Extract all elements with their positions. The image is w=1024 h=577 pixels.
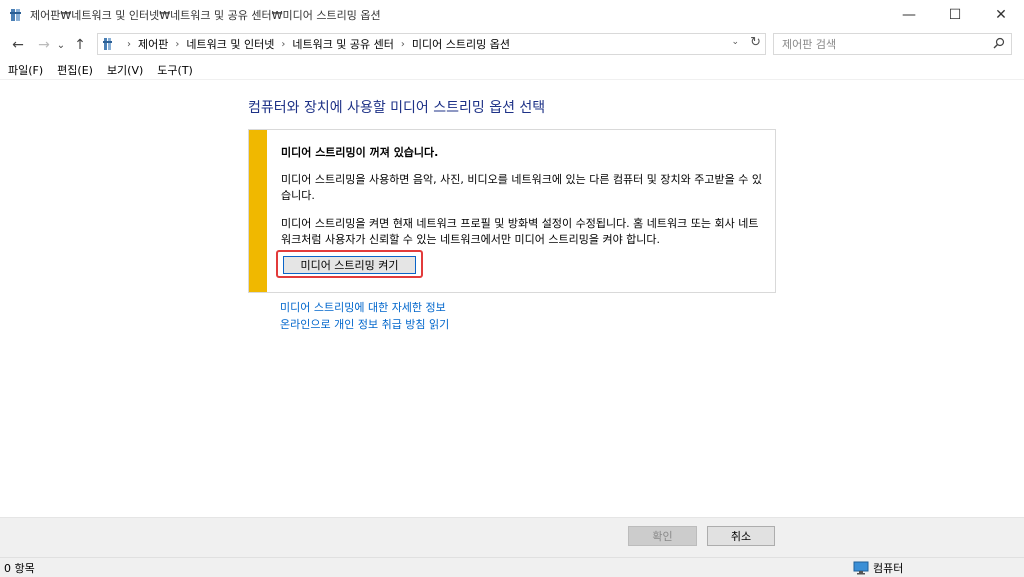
turn-on-media-streaming-button[interactable]: 미디어 스트리밍 켜기 — [283, 256, 416, 274]
notice-description: 미디어 스트리밍을 사용하면 음악, 사진, 비디오를 네트워크에 있는 다른 … — [281, 173, 762, 202]
highlight-frame: 미디어 스트리밍 켜기 — [276, 250, 423, 278]
up-button[interactable]: ↑ — [70, 34, 90, 56]
notice-accent-bar — [249, 130, 267, 292]
back-button[interactable]: ← — [8, 34, 28, 56]
page-title: 컴퓨터와 장치에 사용할 미디어 스트리밍 옵션 선택 — [248, 100, 546, 116]
breadcrumb-network-sharing-center[interactable]: 네트워크 및 공유 센터 — [292, 36, 394, 52]
breadcrumb-separator[interactable]: › — [281, 39, 285, 50]
control-panel-icon — [8, 7, 24, 23]
ok-button[interactable]: 확인 — [628, 526, 697, 546]
location-label: 컴퓨터 — [873, 562, 904, 575]
menu-file[interactable]: 파일(F) — [8, 62, 43, 78]
window-title: 제어판₩네트워크 및 인터넷₩네트워크 및 공유 센터₩미디어 스트리밍 옵션 — [30, 9, 381, 22]
menu-bar: 파일(F) 편집(E) 보기(V) 도구(T) — [0, 60, 1024, 80]
address-bar[interactable]: › 제어판 › 네트워크 및 인터넷 › 네트워크 및 공유 센터 › 미디어 … — [97, 33, 766, 55]
refresh-icon[interactable]: ↻ — [750, 35, 761, 50]
close-button[interactable]: ✕ — [978, 0, 1024, 30]
window-controls: — ☐ ✕ — [886, 0, 1024, 30]
forward-button[interactable]: → — [34, 34, 54, 56]
notice-warning: 미디어 스트리밍을 켜면 현재 네트워크 프로필 및 방화벽 설정이 수정됩니다… — [281, 217, 759, 246]
menu-edit[interactable]: 편집(E) — [57, 62, 93, 78]
menu-tools[interactable]: 도구(T) — [157, 62, 193, 78]
navigation-bar: ← → ⌄ ↑ › 제어판 › 네트워크 및 인터넷 › 네트워크 및 공유 센… — [0, 31, 1024, 59]
dialog-button-bar: 확인 취소 — [0, 517, 1024, 557]
back-arrow-icon: ← — [12, 37, 24, 53]
minimize-button[interactable]: — — [886, 0, 932, 30]
breadcrumb-network-internet[interactable]: 네트워크 및 인터넷 — [186, 36, 274, 52]
up-arrow-icon: ↑ — [74, 37, 86, 53]
control-panel-small-icon — [102, 37, 116, 51]
computer-icon — [853, 561, 869, 575]
breadcrumb-control-panel[interactable]: 제어판 — [138, 36, 168, 52]
recent-locations-button[interactable]: ⌄ — [54, 34, 68, 56]
breadcrumb-media-streaming-options[interactable]: 미디어 스트리밍 옵션 — [412, 36, 510, 52]
notice-title: 미디어 스트리밍이 꺼져 있습니다. — [281, 146, 439, 159]
status-bar: 0 항목 컴퓨터 — [0, 557, 1024, 577]
title-bar: 제어판₩네트워크 및 인터넷₩네트워크 및 공유 센터₩미디어 스트리밍 옵션 … — [0, 0, 1024, 30]
menu-view[interactable]: 보기(V) — [107, 62, 143, 78]
privacy-statement-link[interactable]: 온라인으로 개인 정보 취급 방침 읽기 — [280, 316, 449, 332]
forward-arrow-icon: → — [38, 37, 50, 53]
breadcrumb-separator[interactable]: › — [175, 39, 179, 50]
breadcrumb-separator[interactable]: › — [401, 39, 405, 50]
chevron-down-icon: ⌄ — [56, 39, 66, 51]
search-icon[interactable] — [993, 37, 1005, 49]
address-dropdown-icon[interactable]: ⌄ — [731, 37, 739, 47]
breadcrumb-separator: › — [127, 38, 131, 50]
notice-content: 미디어 스트리밍이 꺼져 있습니다. 미디어 스트리밍을 사용하면 음악, 사진… — [281, 144, 767, 248]
item-count: 0 항목 — [4, 561, 35, 575]
cancel-button[interactable]: 취소 — [707, 526, 775, 546]
maximize-button[interactable]: ☐ — [932, 0, 978, 30]
media-streaming-info-link[interactable]: 미디어 스트리밍에 대한 자세한 정보 — [280, 299, 446, 315]
search-box[interactable]: 제어판 검색 — [773, 33, 1012, 55]
location-indicator: 컴퓨터 — [853, 560, 903, 576]
search-input[interactable]: 제어판 검색 — [782, 36, 836, 52]
